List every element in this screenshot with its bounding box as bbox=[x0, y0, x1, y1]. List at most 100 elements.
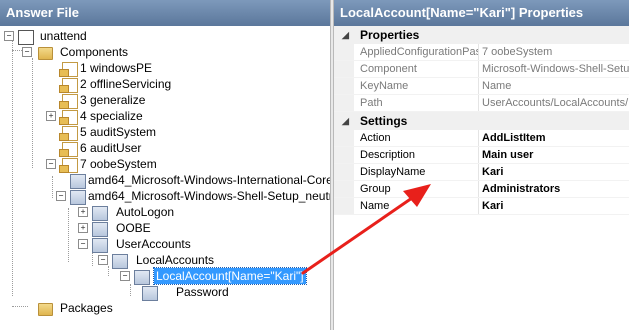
tree-node-label: 6 auditUser bbox=[80, 141, 142, 155]
category-properties[interactable]: ◢ Properties bbox=[334, 26, 629, 44]
list-item-icon bbox=[134, 270, 150, 285]
setting-group-icon bbox=[92, 238, 108, 253]
property-row[interactable]: Action AddListItem bbox=[334, 130, 629, 147]
property-row[interactable]: Name Kari bbox=[334, 198, 629, 215]
property-value[interactable]: Kari bbox=[480, 198, 629, 214]
tree-node-label: 2 offlineServicing bbox=[80, 77, 172, 91]
property-name: KeyName bbox=[360, 78, 479, 94]
pass-icon bbox=[59, 78, 78, 93]
property-row[interactable]: AppliedConfigurationPass 7 oobeSystem bbox=[334, 44, 629, 61]
collapse-caret-icon[interactable]: ◢ bbox=[342, 112, 349, 130]
property-name: Description bbox=[360, 147, 479, 163]
folder-icon bbox=[38, 47, 53, 60]
properties-header: LocalAccount[Name="Kari"] Properties bbox=[334, 0, 629, 26]
property-value: 7 oobeSystem bbox=[482, 46, 553, 58]
answer-file-header: Answer File bbox=[0, 0, 330, 26]
collapse-caret-icon[interactable]: ◢ bbox=[342, 26, 349, 44]
tree-connector bbox=[12, 306, 28, 307]
collapse-icon[interactable]: − bbox=[78, 239, 88, 249]
row-gutter bbox=[334, 181, 354, 197]
property-grid[interactable]: ◢ Properties AppliedConfigurationPass 7 … bbox=[334, 26, 629, 215]
setting-group-icon bbox=[112, 254, 128, 269]
property-value: Microsoft-Windows-Shell-Setup bbox=[482, 63, 629, 75]
setting-group-icon bbox=[92, 222, 108, 237]
row-gutter bbox=[334, 147, 354, 163]
tree-node-label: amd64_Microsoft-Windows-Shell-Setup_neut… bbox=[88, 189, 330, 203]
component-icon bbox=[70, 174, 86, 189]
pass-icon bbox=[59, 126, 78, 141]
tree-node-label: 1 windowsPE bbox=[80, 61, 153, 75]
folder-icon bbox=[38, 303, 53, 316]
property-row[interactable]: Path UserAccounts/LocalAccounts/LocalAcc… bbox=[334, 95, 629, 112]
category-label: Settings bbox=[360, 114, 408, 128]
tree-node-label: UserAccounts bbox=[116, 237, 191, 251]
property-value[interactable]: Administrators bbox=[480, 181, 629, 197]
row-gutter bbox=[334, 61, 354, 77]
property-value: Name bbox=[482, 80, 512, 92]
tree-connector bbox=[92, 252, 93, 266]
row-gutter bbox=[334, 198, 354, 214]
expand-icon[interactable]: + bbox=[78, 223, 88, 233]
answer-file-pane: Answer File − unattend − Components 1 wi… bbox=[0, 0, 330, 330]
pass-icon bbox=[59, 62, 78, 77]
property-name: Path bbox=[360, 95, 479, 111]
collapse-icon[interactable]: − bbox=[4, 31, 14, 41]
tree-node-label: unattend bbox=[40, 29, 87, 43]
property-name: Group bbox=[360, 181, 479, 197]
collapse-icon[interactable]: − bbox=[46, 159, 56, 169]
row-gutter bbox=[334, 78, 354, 94]
property-name: Action bbox=[360, 130, 479, 146]
collapse-icon[interactable]: − bbox=[98, 255, 108, 265]
property-name: Component bbox=[360, 61, 479, 77]
property-name: AppliedConfigurationPass bbox=[360, 44, 479, 60]
tree-node-label: OOBE bbox=[116, 221, 151, 235]
properties-pane: LocalAccount[Name="Kari"] Properties ◢ P… bbox=[334, 0, 629, 330]
row-gutter bbox=[334, 95, 354, 111]
property-value: UserAccounts/LocalAccounts/LocalAccount bbox=[482, 97, 629, 109]
pass-icon bbox=[59, 94, 78, 109]
category-label: Properties bbox=[360, 28, 420, 42]
tree-node-label: 5 auditSystem bbox=[80, 125, 157, 139]
expand-icon[interactable]: + bbox=[78, 207, 88, 217]
property-value[interactable]: AddListItem bbox=[480, 130, 629, 146]
property-name: DisplayName bbox=[360, 164, 479, 180]
tree-node-label: Components bbox=[60, 45, 129, 59]
pass-icon bbox=[59, 158, 78, 173]
collapse-icon[interactable]: − bbox=[22, 47, 32, 57]
property-row[interactable]: DisplayName Kari bbox=[334, 164, 629, 181]
answer-file-tree[interactable]: − unattend − Components 1 windowsPE 2 of… bbox=[0, 26, 330, 330]
property-name: Name bbox=[360, 198, 479, 214]
row-gutter bbox=[334, 44, 354, 60]
tree-connector bbox=[108, 266, 109, 276]
category-settings[interactable]: ◢ Settings bbox=[334, 112, 629, 130]
tree-node-label: AutoLogon bbox=[116, 205, 175, 219]
row-gutter bbox=[334, 130, 354, 146]
property-row[interactable]: Group Administrators bbox=[334, 181, 629, 198]
answer-file-icon bbox=[18, 30, 34, 45]
tree-node-label: Password bbox=[176, 285, 229, 299]
tree-node-label: 4 specialize bbox=[80, 109, 143, 123]
tree-node-label: LocalAccount[Name="Kari"] bbox=[153, 267, 307, 285]
pass-icon bbox=[59, 142, 78, 157]
collapse-icon[interactable]: − bbox=[56, 191, 66, 201]
tree-connector bbox=[12, 40, 13, 296]
tree-node-label: LocalAccounts bbox=[136, 253, 215, 267]
setting-group-icon bbox=[92, 206, 108, 221]
component-icon bbox=[70, 190, 86, 205]
tree-node-label: Packages bbox=[60, 301, 113, 315]
property-value[interactable]: Main user bbox=[480, 147, 629, 163]
property-row[interactable]: Component Microsoft-Windows-Shell-Setup bbox=[334, 61, 629, 78]
tree-connector bbox=[52, 176, 53, 198]
tree-node-label: 3 generalize bbox=[80, 93, 146, 107]
property-row[interactable]: KeyName Name bbox=[334, 78, 629, 95]
tree-connector bbox=[68, 208, 69, 262]
property-row[interactable]: Description Main user bbox=[334, 147, 629, 164]
tree-node-label: amd64_Microsoft-Windows-International-Co… bbox=[88, 173, 330, 187]
setting-icon bbox=[142, 286, 158, 301]
tree-connector bbox=[130, 284, 131, 296]
collapse-icon[interactable]: − bbox=[120, 271, 130, 281]
pass-icon bbox=[59, 110, 78, 125]
expand-icon[interactable]: + bbox=[46, 111, 56, 121]
property-value[interactable]: Kari bbox=[480, 164, 629, 180]
tree-connector bbox=[32, 58, 33, 168]
